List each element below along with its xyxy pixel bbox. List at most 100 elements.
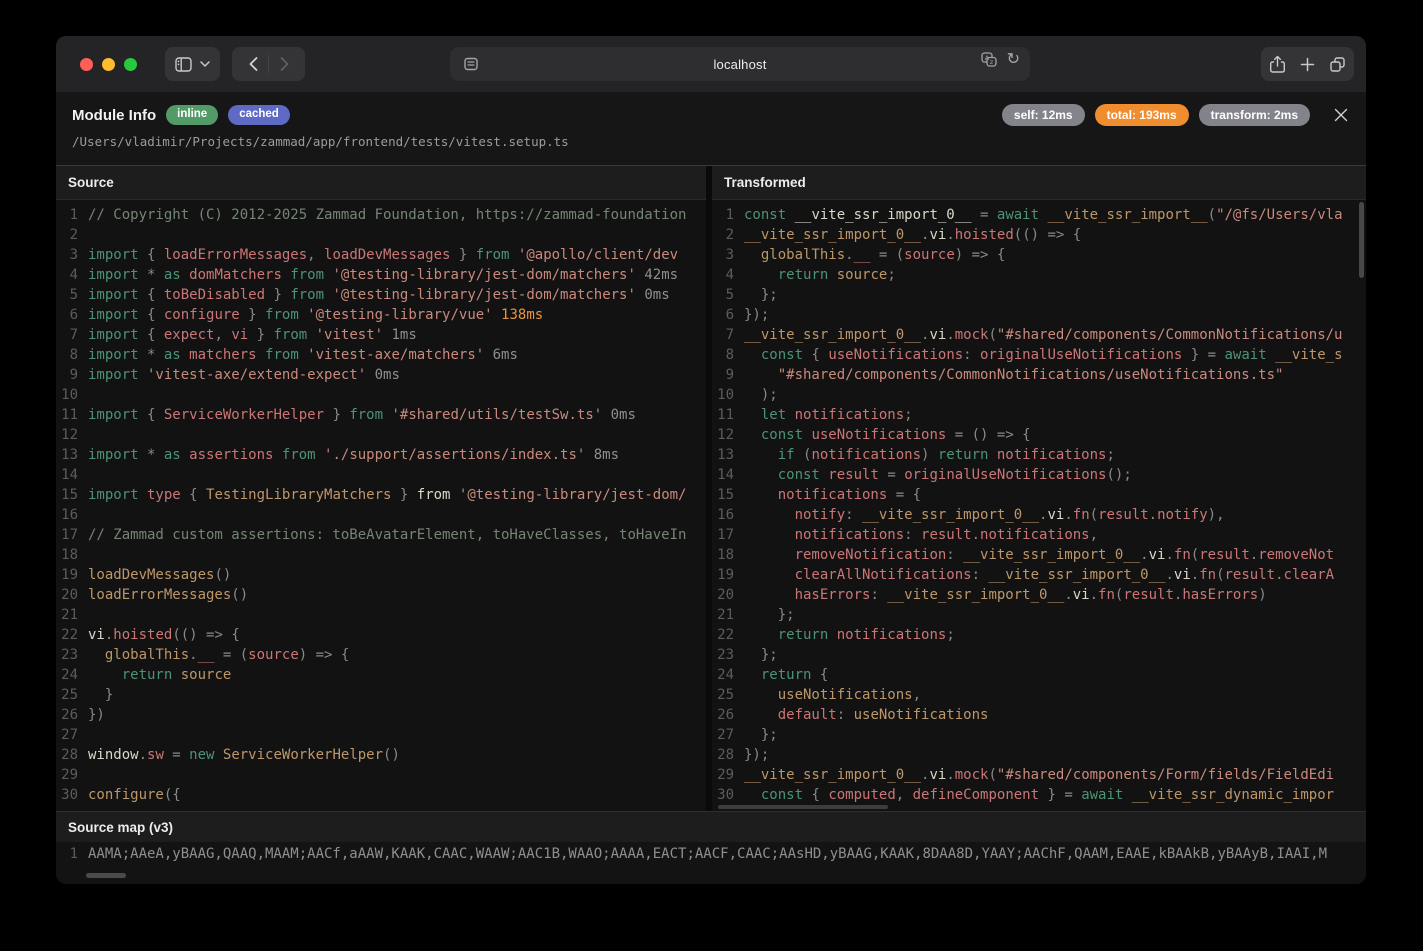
traffic-lights — [80, 58, 137, 71]
code-line: 8import * as matchers from 'vitest-axe/m… — [56, 345, 706, 365]
code-line: 11import { ServiceWorkerHelper } from '#… — [56, 405, 706, 425]
close-button[interactable] — [1334, 108, 1348, 122]
sourcemap-body: 1 AAMA;AAeA,yBAAG,QAAQ,MAAM;AACf,aAAW,KA… — [56, 842, 1366, 884]
code-line: 5import { toBeDisabled } from '@testing-… — [56, 285, 706, 305]
code-line: 21 — [56, 605, 706, 625]
sourcemap-line-number: 1 — [56, 842, 88, 867]
code-line: 22 return notifications; — [712, 625, 1366, 645]
code-line: 17// Zammad custom assertions: toBeAvata… — [56, 525, 706, 545]
browser-toolbar: localhost z A ↻ — [56, 36, 1366, 92]
transform-time-badge: transform: 2ms — [1199, 104, 1310, 126]
close-icon — [1334, 108, 1348, 122]
code-line: 27 — [56, 725, 706, 745]
source-code[interactable]: 1// Copyright (C) 2012-2025 Zammad Found… — [56, 200, 706, 805]
code-line: 6}); — [712, 305, 1366, 325]
transformed-panel-title: Transformed — [712, 166, 1366, 200]
module-path: /Users/vladimir/Projects/zammad/app/fron… — [72, 134, 1348, 149]
code-line: 20 hasErrors: __vite_ssr_import_0__.vi.f… — [712, 585, 1366, 605]
back-button[interactable] — [238, 49, 268, 79]
vertical-scrollbar[interactable] — [1359, 202, 1364, 278]
code-line: 16 notify: __vite_ssr_import_0__.vi.fn(r… — [712, 505, 1366, 525]
self-time-badge: self: 12ms — [1002, 104, 1085, 126]
sidebar-icon — [175, 57, 192, 72]
chevron-down-icon[interactable] — [200, 61, 210, 67]
code-line: 28}); — [712, 745, 1366, 765]
back-icon — [249, 57, 258, 71]
code-line: 28window.sw = new ServiceWorkerHelper() — [56, 745, 706, 765]
sourcemap-horizontal-scrollbar[interactable] — [86, 873, 126, 878]
code-line: 7import { expect, vi } from 'vitest' 1ms — [56, 325, 706, 345]
toolbar-actions — [1261, 47, 1354, 81]
code-line: 25 } — [56, 685, 706, 705]
forward-icon — [280, 57, 289, 71]
plus-icon[interactable] — [1300, 57, 1315, 72]
code-line: 27 }; — [712, 725, 1366, 745]
code-line: 12 const useNotifications = () => { — [712, 425, 1366, 445]
code-line: 30configure({ — [56, 785, 706, 805]
code-line: 26}) — [56, 705, 706, 725]
code-line: 26 default: useNotifications — [712, 705, 1366, 725]
code-panels: Source 1// Copyright (C) 2012-2025 Zamma… — [56, 166, 1366, 811]
code-line: 2 — [56, 225, 706, 245]
source-panel: Source 1// Copyright (C) 2012-2025 Zamma… — [56, 166, 706, 811]
minimize-window-button[interactable] — [102, 58, 115, 71]
code-line: 7__vite_ssr_import_0__.vi.mock("#shared/… — [712, 325, 1366, 345]
code-line: 25 useNotifications, — [712, 685, 1366, 705]
horizontal-scrollbar[interactable] — [718, 805, 888, 809]
translate-icon[interactable]: z A — [979, 51, 999, 69]
sourcemap-line: 1 AAMA;AAeA,yBAAG,QAAQ,MAAM;AACf,aAAW,KA… — [56, 842, 1366, 867]
code-line: 30 const { computed, defineComponent } =… — [712, 785, 1366, 805]
code-line: 14 — [56, 465, 706, 485]
code-line: 15import type { TestingLibraryMatchers }… — [56, 485, 706, 505]
cached-badge: cached — [228, 105, 290, 125]
code-line: 16 — [56, 505, 706, 525]
code-line: 2__vite_ssr_import_0__.vi.hoisted(() => … — [712, 225, 1366, 245]
svg-text:A: A — [984, 54, 989, 62]
svg-text:z: z — [989, 58, 993, 66]
code-line: 9 "#shared/components/CommonNotification… — [712, 365, 1366, 385]
navigation-buttons — [232, 47, 305, 81]
total-time-badge: total: 193ms — [1095, 104, 1189, 126]
code-line: 1// Copyright (C) 2012-2025 Zammad Found… — [56, 205, 706, 225]
close-window-button[interactable] — [80, 58, 93, 71]
code-line: 19loadDevMessages() — [56, 565, 706, 585]
transformed-panel: Transformed 1const __vite_ssr_import_0__… — [712, 166, 1366, 811]
code-line: 23 }; — [712, 645, 1366, 665]
code-line: 4 return source; — [712, 265, 1366, 285]
code-line: 24 return { — [712, 665, 1366, 685]
code-line: 19 clearAllNotifications: __vite_ssr_imp… — [712, 565, 1366, 585]
code-line: 23 globalThis.__ = (source) => { — [56, 645, 706, 665]
sourcemap-content: AAMA;AAeA,yBAAG,QAAQ,MAAM;AACf,aAAW,KAAK… — [88, 842, 1327, 867]
source-panel-title: Source — [56, 166, 706, 200]
code-line: 5 }; — [712, 285, 1366, 305]
code-line: 1const __vite_ssr_import_0__ = await __v… — [712, 205, 1366, 225]
code-line: 12 — [56, 425, 706, 445]
reload-icon[interactable]: ↻ — [1007, 52, 1020, 68]
code-line: 8 const { useNotifications: originalUseN… — [712, 345, 1366, 365]
sidebar-toggle-button[interactable] — [165, 47, 220, 81]
code-line: 13 if (notifications) return notificatio… — [712, 445, 1366, 465]
code-line: 15 notifications = { — [712, 485, 1366, 505]
code-line: 6import { configure } from '@testing-lib… — [56, 305, 706, 325]
code-line: 11 let notifications; — [712, 405, 1366, 425]
code-line: 29__vite_ssr_import_0__.vi.mock("#shared… — [712, 765, 1366, 785]
code-line: 21 }; — [712, 605, 1366, 625]
sourcemap-title: Source map (v3) — [56, 811, 1366, 842]
code-line: 3import { loadErrorMessages, loadDevMess… — [56, 245, 706, 265]
forward-button[interactable] — [269, 49, 299, 79]
share-icon[interactable] — [1269, 55, 1286, 74]
inline-badge: inline — [166, 105, 218, 125]
tabs-icon[interactable] — [1329, 56, 1346, 73]
code-line: 18 — [56, 545, 706, 565]
code-line: 3 globalThis.__ = (source) => { — [712, 245, 1366, 265]
code-line: 24 return source — [56, 665, 706, 685]
zoom-window-button[interactable] — [124, 58, 137, 71]
address-bar[interactable]: localhost z A ↻ — [450, 47, 1030, 81]
code-line: 10 — [56, 385, 706, 405]
browser-window: localhost z A ↻ — [56, 36, 1366, 884]
code-line: 20loadErrorMessages() — [56, 585, 706, 605]
code-line: 17 notifications: result.notifications, — [712, 525, 1366, 545]
code-line: 22vi.hoisted(() => { — [56, 625, 706, 645]
transformed-code[interactable]: 1const __vite_ssr_import_0__ = await __v… — [712, 200, 1366, 805]
code-line: 4import * as domMatchers from '@testing-… — [56, 265, 706, 285]
